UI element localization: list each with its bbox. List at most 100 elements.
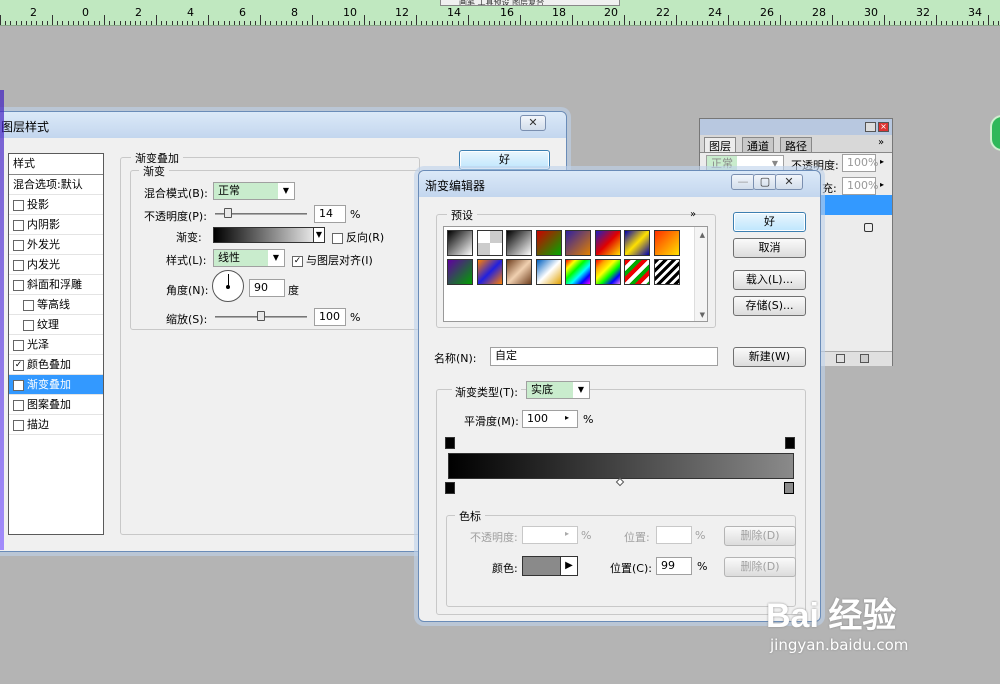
ok-button[interactable]: 好 bbox=[733, 212, 806, 232]
minimize-icon[interactable]: — bbox=[731, 174, 755, 190]
ok-button[interactable]: 好 bbox=[459, 150, 550, 170]
gradient-preset-swatch[interactable] bbox=[506, 230, 532, 256]
style-item[interactable]: 内发光 bbox=[9, 255, 103, 275]
minimize-icon[interactable] bbox=[865, 122, 876, 132]
reverse-checkbox[interactable]: 反向(R) bbox=[332, 229, 384, 245]
style-item[interactable]: 纹理 bbox=[9, 315, 103, 335]
style-checkbox[interactable] bbox=[13, 339, 24, 351]
style-item-label: 外发光 bbox=[27, 238, 60, 251]
ruler-number: 12 bbox=[395, 6, 409, 19]
ruler-number: 6 bbox=[239, 6, 246, 19]
style-checkbox[interactable] bbox=[13, 199, 24, 211]
new-button[interactable]: 新建(W) bbox=[733, 347, 806, 367]
style-checkbox[interactable] bbox=[23, 299, 34, 311]
gradient-preset-swatch[interactable] bbox=[565, 230, 591, 256]
style-checkbox[interactable] bbox=[13, 419, 24, 431]
tab-paths[interactable]: 路径 bbox=[780, 137, 812, 153]
opacity-stop-left[interactable] bbox=[445, 437, 455, 449]
chevron-right-icon[interactable]: ▶ bbox=[560, 556, 578, 576]
panel-menu-icon[interactable]: » bbox=[878, 137, 884, 148]
opacity-stop-right[interactable] bbox=[785, 437, 795, 449]
style-item[interactable]: 斜面和浮雕 bbox=[9, 275, 103, 295]
gradient-preset-swatch[interactable] bbox=[535, 259, 562, 285]
delete-color-stop-button[interactable]: 删除(D) bbox=[724, 557, 796, 577]
gradient-preview[interactable] bbox=[213, 227, 325, 243]
name-input[interactable]: 自定 bbox=[490, 347, 718, 366]
style-checkbox[interactable] bbox=[13, 279, 24, 291]
cancel-button[interactable]: 取消 bbox=[733, 238, 806, 258]
new-layer-icon[interactable] bbox=[836, 354, 845, 363]
gradient-preset-swatch[interactable] bbox=[506, 259, 532, 285]
chevron-down-icon: ▼ bbox=[282, 186, 290, 195]
angle-input[interactable]: 90 bbox=[249, 279, 285, 297]
gradient-preset-swatch[interactable] bbox=[653, 230, 680, 256]
angle-dial[interactable] bbox=[212, 270, 244, 302]
close-icon[interactable]: × bbox=[878, 122, 889, 132]
maximize-icon[interactable]: ▢ bbox=[753, 174, 777, 190]
style-checkbox[interactable] bbox=[13, 399, 24, 411]
style-item[interactable]: 外发光 bbox=[9, 235, 103, 255]
style-checkbox[interactable]: ✓ bbox=[13, 379, 24, 391]
align-checkbox[interactable]: ✓ 与图层对齐(I) bbox=[292, 252, 373, 268]
style-item[interactable]: 投影 bbox=[9, 195, 103, 215]
layer-style-titlebar[interactable]: 图层样式 bbox=[0, 112, 566, 138]
opacity-input[interactable]: 14 bbox=[314, 205, 346, 223]
tab-channels[interactable]: 通道 bbox=[742, 137, 774, 153]
style-item[interactable]: 光泽 bbox=[9, 335, 103, 355]
trash-icon[interactable] bbox=[860, 354, 869, 363]
gradient-preset-swatch[interactable] bbox=[653, 259, 680, 285]
layer-opacity-input[interactable]: 100% bbox=[842, 154, 878, 172]
scale-slider-thumb[interactable] bbox=[257, 311, 265, 321]
close-button[interactable]: ✕ bbox=[520, 115, 546, 131]
gradient-preset-swatch[interactable] bbox=[594, 259, 621, 285]
color-location-input[interactable]: 99 bbox=[656, 557, 692, 575]
close-icon[interactable]: ✕ bbox=[775, 174, 803, 190]
presets-grid: ▲ ▼ bbox=[443, 226, 708, 322]
gradient-preset-swatch[interactable] bbox=[565, 259, 591, 285]
style-checkbox[interactable]: ✓ bbox=[13, 359, 24, 371]
save-button[interactable]: 存储(S)... bbox=[733, 296, 806, 316]
style-checkbox[interactable] bbox=[13, 239, 24, 251]
load-button[interactable]: 载入(L)... bbox=[733, 270, 806, 290]
style-item[interactable]: 等高线 bbox=[9, 295, 103, 315]
scale-label: 缩放(S): bbox=[166, 313, 208, 326]
style-item[interactable]: ✓ 颜色叠加 bbox=[9, 355, 103, 375]
gradient-preset-swatch[interactable] bbox=[624, 230, 650, 256]
gradient-bar[interactable] bbox=[448, 453, 794, 479]
scale-input[interactable]: 100 bbox=[314, 308, 346, 326]
style-item[interactable]: ✓ 渐变叠加 bbox=[9, 375, 103, 395]
style-checkbox[interactable] bbox=[13, 219, 24, 231]
gradient-preset-swatch[interactable] bbox=[476, 259, 503, 285]
scroll-down-icon[interactable]: ▼ bbox=[700, 311, 705, 319]
color-stop-left[interactable] bbox=[445, 482, 455, 494]
tab-layers[interactable]: 图层 bbox=[704, 137, 736, 153]
color-stop-right[interactable] bbox=[784, 482, 794, 494]
gradient-preset-swatch[interactable] bbox=[476, 230, 503, 256]
style-item[interactable]: 描边 bbox=[9, 415, 103, 435]
stop-opacity-input bbox=[522, 526, 578, 544]
gradient-preset-swatch[interactable] bbox=[624, 259, 650, 285]
chevron-down-icon[interactable]: ▼ bbox=[313, 227, 325, 243]
gradient-type-select[interactable]: 实底 ▼ bbox=[526, 381, 590, 399]
opacity-slider-thumb[interactable] bbox=[223, 208, 232, 218]
style-item[interactable]: 图案叠加 bbox=[9, 395, 103, 415]
smoothness-input[interactable]: 100 bbox=[522, 410, 578, 428]
refresh-icon[interactable] bbox=[990, 115, 1000, 151]
gradient-preset-swatch[interactable] bbox=[594, 230, 621, 256]
delete-opacity-stop-button[interactable]: 删除(D) bbox=[724, 526, 796, 546]
style-item[interactable]: 混合选项:默认 bbox=[9, 175, 103, 195]
style-checkbox[interactable] bbox=[13, 259, 24, 271]
canvas-edge bbox=[0, 90, 4, 550]
gradient-preset-swatch[interactable] bbox=[447, 230, 473, 256]
gradient-preset-swatch[interactable] bbox=[535, 230, 562, 256]
style-item[interactable]: 内阴影 bbox=[9, 215, 103, 235]
blend-mode-select[interactable]: 正常 ▼ bbox=[213, 182, 295, 200]
presets-menu-icon[interactable]: » bbox=[690, 209, 696, 220]
angle-unit: 度 bbox=[288, 284, 299, 297]
style-select[interactable]: 线性 ▼ bbox=[213, 249, 285, 267]
layer-fill-input[interactable]: 100% bbox=[842, 177, 878, 195]
scroll-up-icon[interactable]: ▲ bbox=[700, 231, 705, 239]
ruler-number: 34 bbox=[968, 6, 982, 19]
gradient-preset-swatch[interactable] bbox=[447, 259, 473, 285]
style-checkbox[interactable] bbox=[23, 319, 34, 331]
